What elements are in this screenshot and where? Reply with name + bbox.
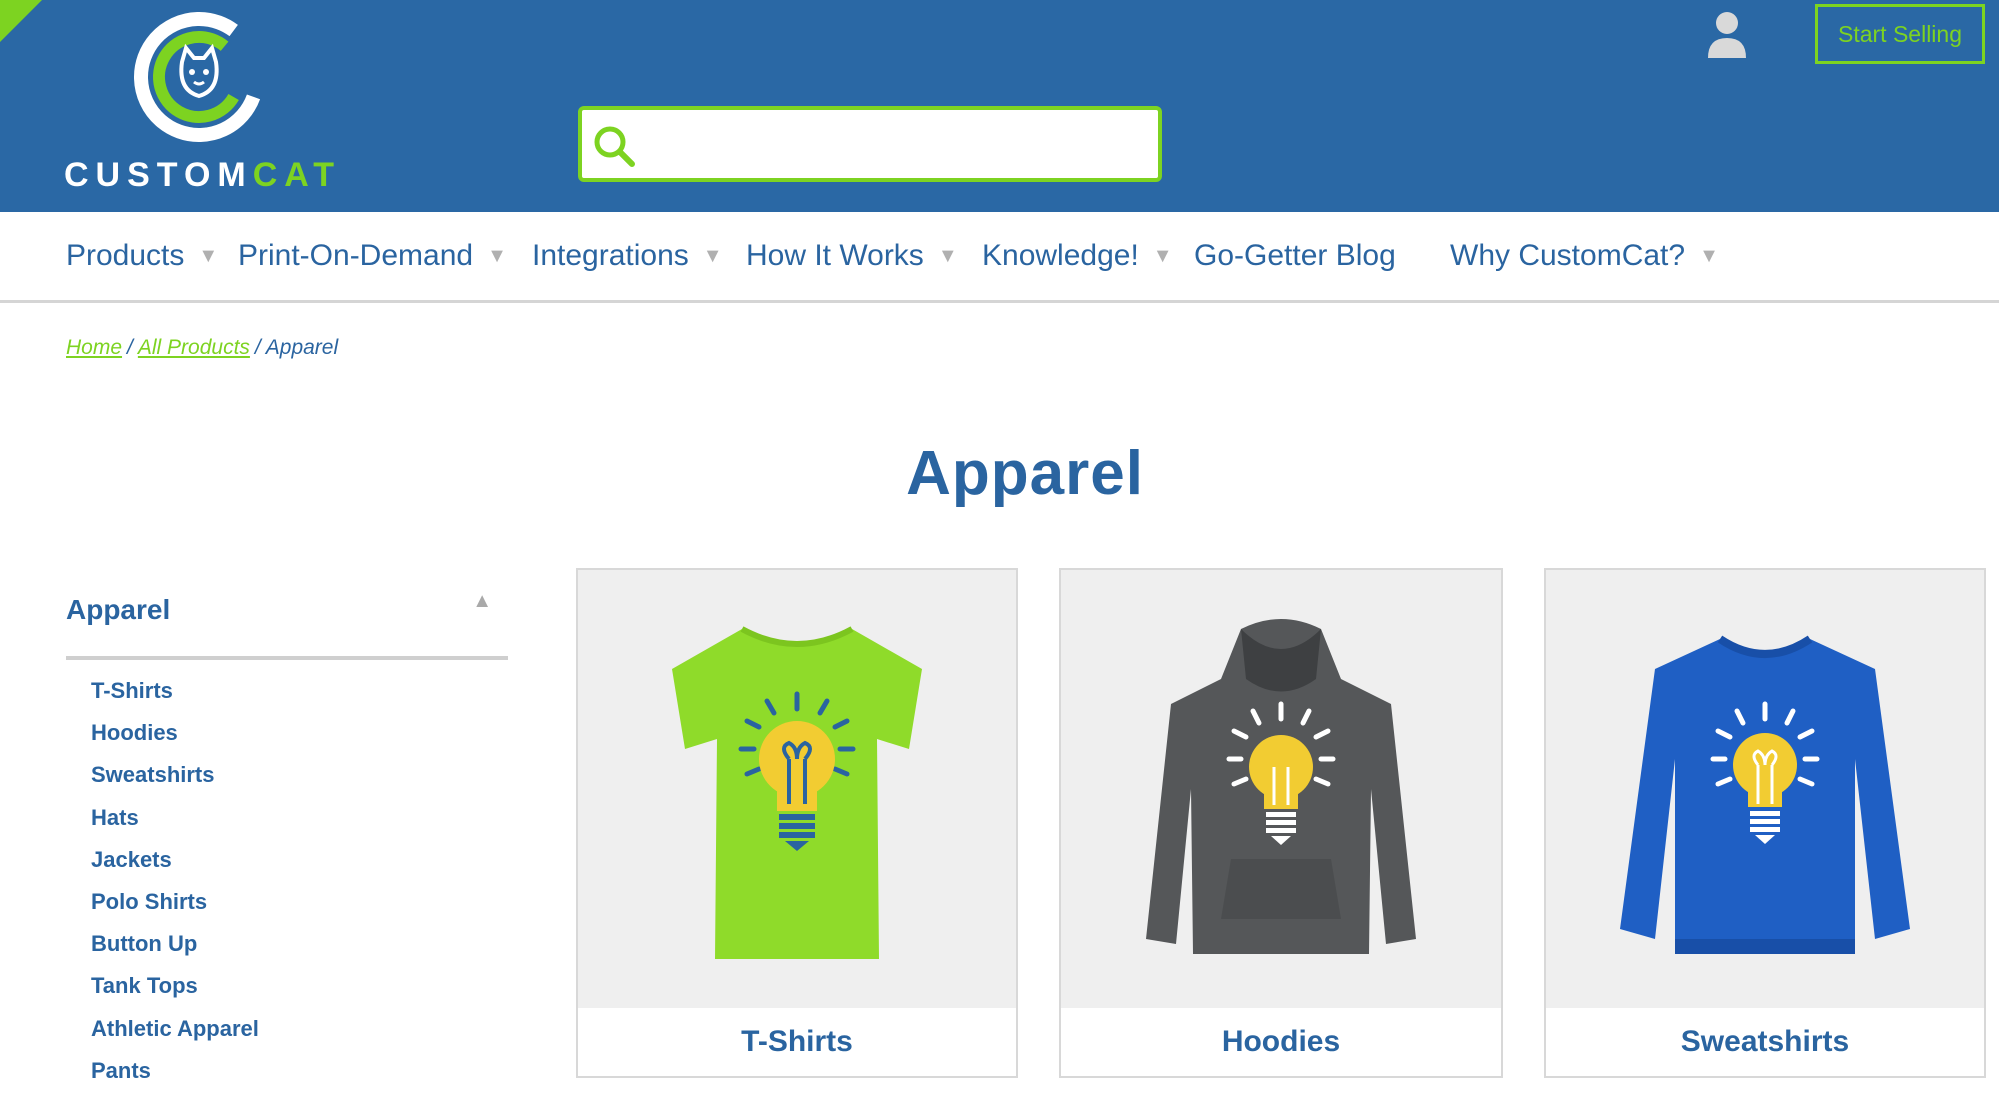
dropdown-caret-icon: ▼	[937, 244, 958, 267]
t-shirt-icon	[672, 626, 922, 959]
sidebar-item-hats[interactable]: Hats	[91, 805, 259, 847]
sidebar-item-pants[interactable]: Pants	[91, 1058, 259, 1100]
dropdown-caret-icon: ▼	[1152, 244, 1173, 267]
sidebar-item-button-up[interactable]: Button Up	[91, 931, 259, 973]
product-card-hoodies[interactable]: Hoodies	[1059, 568, 1503, 1078]
product-label[interactable]: Sweatshirts	[1546, 1008, 1984, 1076]
sidebar-item-polo-shirts[interactable]: Polo Shirts	[91, 889, 259, 931]
user-icon[interactable]	[1706, 10, 1748, 60]
dropdown-caret-icon: ▼	[702, 244, 723, 267]
nav-item-knowledge[interactable]: Knowledge! ▼	[982, 234, 1173, 278]
logo-wordmark: CUSTOMCAT	[64, 156, 334, 195]
sidebar-item-sweatshirts[interactable]: Sweatshirts	[91, 762, 259, 804]
sidebar-item-jackets[interactable]: Jackets	[91, 847, 259, 889]
sweatshirt-icon	[1620, 635, 1910, 954]
category-sidebar: Apparel ▲ T-Shirts Hoodies Sweatshirts H…	[66, 580, 508, 1083]
main-nav: Products ▼ Print-On-Demand ▼ Integration…	[0, 212, 1999, 303]
nav-item-print-on-demand[interactable]: Print-On-Demand ▼	[238, 234, 507, 278]
nav-item-products[interactable]: Products ▼	[66, 234, 218, 278]
corner-accent	[0, 0, 42, 42]
nav-item-how-it-works[interactable]: How It Works ▼	[746, 234, 958, 278]
sidebar-item-hoodies[interactable]: Hoodies	[91, 720, 259, 762]
product-card-t-shirts[interactable]: T-Shirts	[576, 568, 1018, 1078]
product-image-hoodie[interactable]	[1061, 570, 1501, 1008]
search-input[interactable]	[646, 118, 1150, 172]
nav-label: Products	[66, 239, 185, 272]
product-card-sweatshirts[interactable]: Sweatshirts	[1544, 568, 1986, 1078]
dropdown-caret-icon: ▼	[198, 244, 219, 267]
breadcrumb: Home / All Products / Apparel	[66, 336, 338, 360]
nav-label: Why CustomCat?	[1450, 239, 1686, 272]
sidebar-item-tank-tops[interactable]: Tank Tops	[91, 973, 259, 1015]
customcat-logo[interactable]: CUSTOMCAT	[64, 10, 334, 200]
sidebar-category-list: T-Shirts Hoodies Sweatshirts Hats Jacket…	[91, 678, 259, 1100]
site-header: CUSTOMCAT Start Selling	[0, 0, 1999, 212]
nav-item-why-customcat[interactable]: Why CustomCat? ▼	[1450, 234, 1719, 278]
nav-label: Go-Getter Blog	[1194, 239, 1396, 272]
breadcrumb-home-link[interactable]: Home	[66, 336, 122, 359]
nav-label: Print-On-Demand	[238, 239, 474, 272]
nav-label: Knowledge!	[982, 239, 1139, 272]
product-label[interactable]: Hoodies	[1061, 1008, 1501, 1076]
breadcrumb-separator: /	[127, 336, 133, 359]
hoodie-icon	[1146, 619, 1416, 954]
product-label[interactable]: T-Shirts	[578, 1008, 1016, 1076]
nav-item-go-getter-blog[interactable]: Go-Getter Blog	[1194, 234, 1396, 278]
sidebar-title: Apparel	[66, 594, 171, 625]
breadcrumb-all-products-link[interactable]: All Products	[138, 336, 250, 359]
sidebar-item-t-shirts[interactable]: T-Shirts	[91, 678, 259, 720]
nav-label: How It Works	[746, 239, 924, 272]
product-image-t-shirt[interactable]	[578, 570, 1016, 1008]
dropdown-caret-icon: ▼	[487, 244, 507, 267]
breadcrumb-current: Apparel	[265, 336, 339, 359]
product-image-sweatshirt[interactable]	[1546, 570, 1984, 1008]
logo-word-cat: CAT	[252, 156, 342, 194]
page-title: Apparel	[906, 439, 1144, 508]
nav-item-integrations[interactable]: Integrations ▼	[532, 234, 723, 278]
nav-label: Integrations	[532, 239, 689, 272]
search-box[interactable]	[578, 106, 1162, 182]
start-selling-button[interactable]: Start Selling	[1815, 4, 1985, 64]
breadcrumb-separator: /	[254, 336, 261, 359]
cat-logo-icon	[134, 12, 264, 142]
dropdown-caret-icon: ▼	[1699, 244, 1719, 267]
search-icon[interactable]	[592, 124, 636, 168]
logo-word-custom: CUSTOM	[64, 156, 253, 194]
collapse-arrow-icon[interactable]: ▲	[472, 590, 492, 613]
sidebar-item-athletic-apparel[interactable]: Athletic Apparel	[91, 1016, 259, 1058]
sidebar-header[interactable]: Apparel ▲	[66, 580, 508, 660]
